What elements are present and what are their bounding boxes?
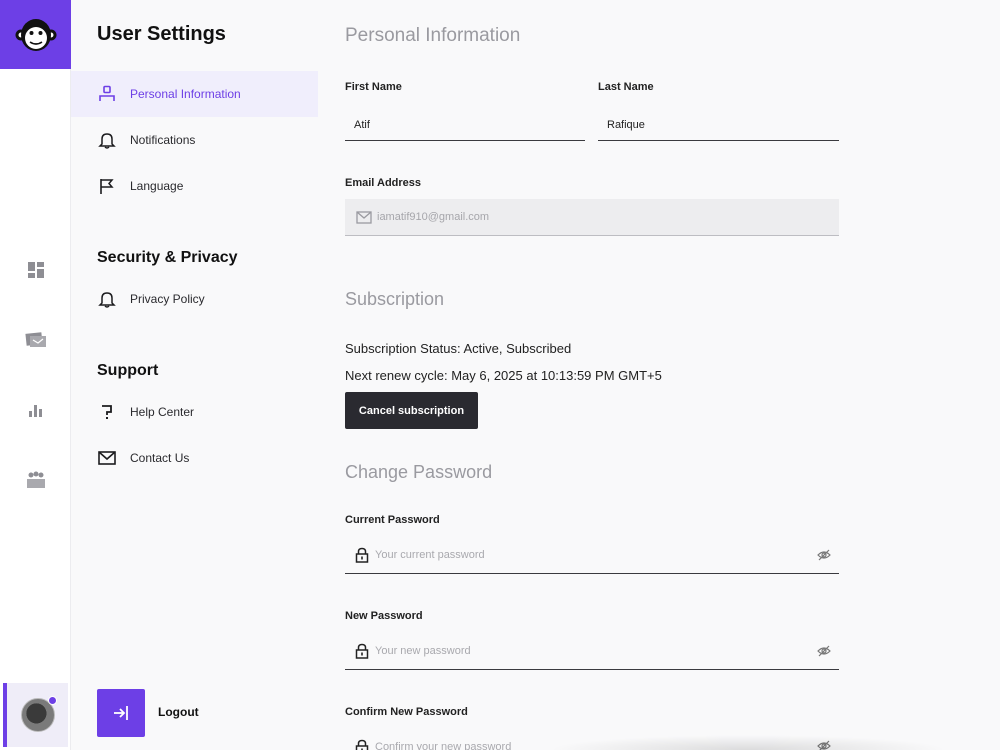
- support-heading: Support: [97, 362, 159, 379]
- bar-chart-icon[interactable]: [0, 395, 71, 425]
- subscription-title: Subscription: [345, 289, 445, 309]
- lock-icon: [355, 739, 369, 750]
- subscription-status: Subscription Status: Active, Subscribed: [345, 341, 572, 356]
- personal-information-title: Personal Information: [345, 25, 521, 46]
- first-name-label: First Name: [345, 81, 402, 93]
- logout-label[interactable]: Logout: [158, 705, 199, 719]
- mail-icon: [97, 448, 117, 468]
- settings-title: User Settings: [97, 23, 226, 45]
- new-password-placeholder: Your new password: [375, 645, 471, 657]
- first-name-field[interactable]: Atif: [345, 110, 585, 141]
- eye-slash-icon[interactable]: [817, 549, 831, 561]
- dashboard-icon[interactable]: [0, 255, 71, 285]
- sidebar-item-language[interactable]: Language: [71, 163, 318, 209]
- sidebar-item-label: Personal Information: [130, 87, 241, 101]
- confirm-password-label: Confirm New Password: [345, 706, 468, 718]
- lock-icon: [355, 643, 369, 659]
- sidebar-item-label: Language: [130, 179, 184, 193]
- cancel-subscription-button[interactable]: Cancel subscription: [345, 392, 478, 429]
- new-password-input[interactable]: Your new password: [345, 633, 839, 670]
- sidebar-item-contact-us[interactable]: Contact Us: [71, 435, 318, 481]
- settings-sidebar: User Settings Personal Information Notif…: [71, 0, 318, 750]
- nav-rail: [0, 0, 71, 750]
- logout-icon: [114, 706, 128, 720]
- bell-icon: [97, 289, 117, 309]
- flag-icon: [97, 176, 117, 196]
- question-icon: [97, 402, 117, 422]
- new-password-label: New Password: [345, 610, 423, 622]
- avatar: [20, 696, 57, 732]
- team-icon[interactable]: [0, 465, 71, 495]
- confirm-password-placeholder: Confirm your new password: [375, 740, 512, 750]
- email-field[interactable]: iamatif910@gmail.com: [345, 199, 839, 236]
- email-value: iamatif910@gmail.com: [377, 211, 490, 223]
- logout-button[interactable]: [97, 689, 145, 737]
- status-dot: [47, 696, 57, 705]
- bell-icon: [97, 130, 117, 150]
- sidebar-item-label: Contact Us: [130, 451, 190, 465]
- first-name-value: Atif: [354, 119, 370, 131]
- sidebar-item-label: Notifications: [130, 133, 196, 147]
- current-password-placeholder: Your current password: [375, 549, 485, 561]
- renew-cycle: Next renew cycle: May 6, 2025 at 10:13:5…: [345, 368, 662, 383]
- last-name-field[interactable]: Rafique: [598, 110, 839, 141]
- mail-icon: [356, 210, 372, 224]
- eye-slash-icon[interactable]: [817, 645, 831, 657]
- app-logo[interactable]: [0, 0, 71, 69]
- settings-content: Personal Information First Name Atif Las…: [318, 0, 1000, 750]
- sidebar-item-privacy-policy[interactable]: Privacy Policy: [71, 276, 318, 322]
- sidebar-item-help-center[interactable]: Help Center: [71, 389, 318, 435]
- lock-icon: [355, 547, 369, 563]
- sidebar-item-notifications[interactable]: Notifications: [71, 117, 318, 163]
- tickets-icon[interactable]: [0, 325, 71, 355]
- user-avatar-button[interactable]: [3, 683, 68, 747]
- sidebar-item-label: Privacy Policy: [130, 292, 205, 306]
- last-name-value: Rafique: [607, 119, 645, 131]
- last-name-label: Last Name: [598, 81, 654, 93]
- sidebar-item-personal-information[interactable]: Personal Information: [71, 71, 318, 117]
- current-password-input[interactable]: Your current password: [345, 537, 839, 574]
- security-privacy-heading: Security & Privacy: [97, 249, 238, 266]
- monkey-logo-icon: [15, 18, 56, 51]
- bottom-shadow: [548, 735, 948, 750]
- current-password-label: Current Password: [345, 514, 440, 526]
- person-icon: [97, 84, 117, 104]
- sidebar-item-label: Help Center: [130, 405, 195, 419]
- change-password-title: Change Password: [345, 462, 493, 482]
- email-label: Email Address: [345, 177, 422, 189]
